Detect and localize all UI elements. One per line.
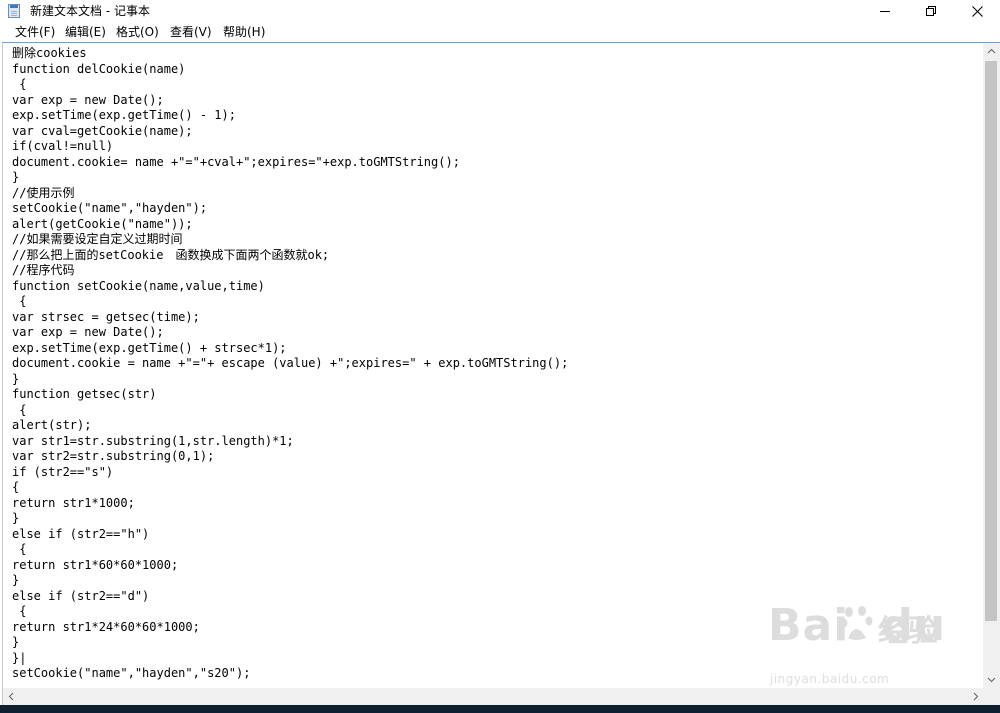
menu-edit[interactable]: 编辑(E) xyxy=(65,24,106,40)
menu-format[interactable]: 格式(O) xyxy=(116,24,159,40)
menu-file[interactable]: 文件(F) xyxy=(15,24,55,40)
restore-button[interactable] xyxy=(908,0,954,22)
code-line: //使用示例 xyxy=(12,185,75,200)
code-line: alert(str); xyxy=(12,418,92,432)
code-line: exp.setTime(exp.getTime() - 1); xyxy=(12,108,236,122)
menu-view[interactable]: 查看(V) xyxy=(170,24,212,40)
code-line: //程序代码 xyxy=(12,263,75,277)
code-line: return str1*60*60*1000; xyxy=(12,557,179,572)
restore-icon xyxy=(926,6,936,16)
code-line: else if (str2=="h") xyxy=(12,526,150,541)
minimize-button[interactable] xyxy=(862,0,908,22)
code-line: document.cookie= name +"="+cval+";expire… xyxy=(12,154,460,169)
code-line: setCookie("name","hayden"); xyxy=(12,201,208,215)
code-line: //如果需要设定自定义过期时间 xyxy=(12,232,183,246)
title-bar[interactable]: 新建文本文档 - 记事本 xyxy=(0,0,1000,22)
code-line: function setCookie(name,value,time) xyxy=(12,278,265,293)
menu-bar: 文件(F) 编辑(E) 格式(O) 查看(V) 帮助(H) xyxy=(0,22,1000,42)
scroll-up-arrow-icon[interactable] xyxy=(983,43,1000,60)
taskbar-strip xyxy=(0,705,1000,713)
code-line: } xyxy=(12,635,20,649)
code-line: document.cookie = name +"="+ escape (val… xyxy=(12,356,569,370)
code-line: exp.setTime(exp.getTime() + strsec*1); xyxy=(12,340,287,355)
code-line: if(cval!=null) xyxy=(12,139,114,153)
code-line: var str1=str.substring(1,str.length)*1; xyxy=(12,433,294,448)
code-line: //那么把上面的setCookie 函数换成下面两个函数就ok; xyxy=(12,247,330,262)
notepad-app-icon[interactable] xyxy=(8,4,20,18)
code-line: var str2=str.substring(0,1); xyxy=(12,449,215,463)
menu-help[interactable]: 帮助(H) xyxy=(223,24,265,40)
code-line: setCookie("name","hayden","s20"); xyxy=(12,666,251,680)
vertical-scroll-thumb[interactable] xyxy=(985,61,997,621)
code-line: var exp = new Date(); xyxy=(12,92,164,107)
code-line: } xyxy=(12,170,20,184)
scroll-left-arrow-icon[interactable] xyxy=(3,688,20,705)
notepad-window: 新建文本文档 - 记事本 文件(F) 编辑(E) 格式(O) 查看(V) 帮助(… xyxy=(0,0,1000,705)
baidu-paw-icon xyxy=(840,606,873,640)
code-line: return str1*24*60*60*1000; xyxy=(12,619,200,634)
vertical-scrollbar[interactable] xyxy=(983,43,1000,688)
code-line: { xyxy=(12,542,27,556)
code-line: 删除cookies xyxy=(12,46,87,60)
code-line: } xyxy=(12,573,20,587)
code-line: { xyxy=(12,402,27,417)
code-line: alert(getCookie("name")); xyxy=(12,216,193,231)
code-line: { xyxy=(12,294,27,308)
watermark-url: jingyan.baidu.com xyxy=(770,672,890,686)
editor-text[interactable]: 删除cookies function delCookie(name) {var e… xyxy=(12,46,568,682)
code-line: { xyxy=(12,480,20,494)
code-line: return str1*1000; xyxy=(12,495,135,510)
code-line: else if (str2=="d") xyxy=(12,588,150,603)
code-line: } xyxy=(12,371,20,386)
code-line: var strsec = getsec(time); xyxy=(12,309,200,324)
code-line: var cval=getCookie(name); xyxy=(12,123,193,138)
code-line: var exp = new Date(); xyxy=(12,325,164,339)
close-icon xyxy=(971,5,983,17)
code-line: }| xyxy=(12,650,27,665)
minimize-icon xyxy=(880,11,890,12)
code-line: if (str2=="s") xyxy=(12,464,114,479)
code-line: function getsec(str) xyxy=(12,387,157,401)
code-line: { xyxy=(12,604,27,618)
baidu-jingyan-watermark: Bai du 经验 jingyan.baidu.com xyxy=(768,600,988,692)
code-line: function delCookie(name) xyxy=(12,61,186,76)
window-title: 新建文本文档 - 记事本 xyxy=(30,4,150,18)
close-button[interactable] xyxy=(954,0,1000,22)
watermark-jingyan-text: 经验 xyxy=(878,614,938,649)
code-line: } xyxy=(12,511,20,525)
code-line: { xyxy=(12,77,27,91)
